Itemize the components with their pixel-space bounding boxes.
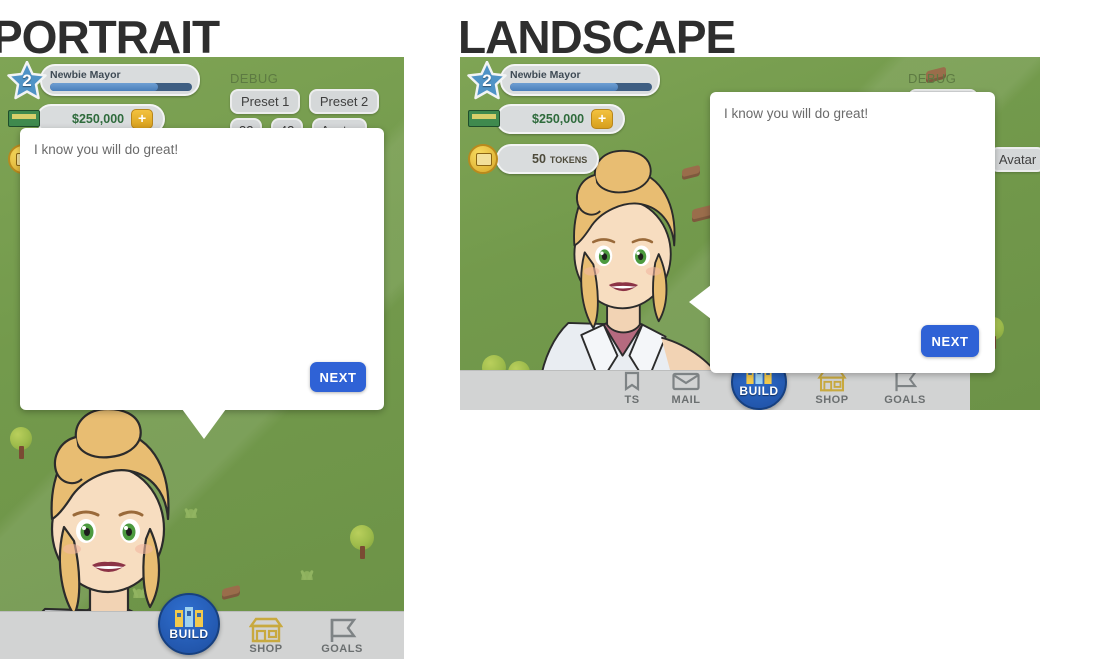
- cash-icon: [8, 107, 42, 129]
- tokens-pill: 50 TOKENS: [496, 144, 600, 174]
- tutorial-dialog-landscape: I know you will do great! NEXT: [710, 92, 995, 373]
- cash-amount: $250,000: [532, 112, 585, 126]
- nav-quests-landscape[interactable]: TS: [614, 369, 650, 410]
- dialog-message: I know you will do great!: [724, 106, 869, 121]
- preset-1-button[interactable]: Preset 1: [230, 89, 301, 114]
- goals-icon: [304, 618, 380, 642]
- nav-mail-landscape[interactable]: MAIL: [650, 369, 722, 410]
- rank-label: Newbie Mayor: [50, 68, 121, 81]
- add-cash-button[interactable]: +: [131, 109, 154, 129]
- nav-shop-landscape[interactable]: SHOP: [796, 369, 868, 410]
- grass-tuft: [300, 569, 314, 580]
- build-label: BUILD: [169, 627, 209, 641]
- nav-shop-portrait[interactable]: SHOP: [228, 617, 304, 659]
- nav-mail-label: MAIL: [671, 394, 701, 406]
- level-number: 2: [482, 71, 492, 90]
- token-coin-icon: [468, 144, 498, 174]
- tree-decoration: [350, 525, 374, 559]
- landscape-game-screen[interactable]: Newbie Mayor 2 $250,000 + 50 TOKENS DEBU…: [460, 57, 1040, 410]
- next-button[interactable]: NEXT: [921, 325, 979, 357]
- quests-icon: [614, 369, 650, 393]
- page-title-portrait: PORTRAIT: [0, 11, 220, 63]
- comparison-stage: PORTRAIT LANDSCAPE Newbie Mayor 2 $250,0…: [0, 0, 1100, 659]
- tutorial-dialog-portrait: I know you will do great! NEXT: [20, 128, 384, 410]
- next-button[interactable]: NEXT: [310, 362, 366, 392]
- debug-label: DEBUG: [908, 71, 957, 86]
- build-label: BUILD: [739, 384, 779, 398]
- nav-shop-label: SHOP: [249, 643, 283, 655]
- build-icon: [175, 607, 203, 627]
- rank-label: Newbie Mayor: [510, 68, 581, 81]
- rank-pill: Newbie Mayor: [40, 64, 200, 96]
- nav-goals-portrait[interactable]: GOALS: [304, 618, 380, 659]
- build-button[interactable]: BUILD: [158, 593, 220, 655]
- avatar-button[interactable]: Avatar: [989, 147, 1040, 172]
- bottom-nav-landscape[interactable]: TS MAIL BUILD SHOP GOALS: [460, 354, 970, 410]
- dialog-tail-landscape: [689, 285, 711, 319]
- cash-pill: $250,000 +: [496, 104, 626, 134]
- nav-shop-label: SHOP: [815, 394, 849, 406]
- hud-landscape: Newbie Mayor 2 $250,000 + 50 TOKENS: [466, 61, 681, 183]
- xp-bar: [50, 82, 192, 91]
- dialog-tail-portrait: [182, 409, 226, 439]
- hud-cash-row[interactable]: $250,000 +: [466, 103, 681, 137]
- rank-pill: Newbie Mayor: [500, 64, 660, 96]
- level-number: 2: [22, 71, 32, 90]
- add-cash-button[interactable]: +: [591, 109, 614, 129]
- level-star-icon: 2: [6, 61, 48, 101]
- hud-level-row[interactable]: Newbie Mayor 2: [466, 61, 681, 100]
- hud-tokens-row[interactable]: 50 TOKENS: [466, 143, 681, 177]
- nav-build-landscape[interactable]: BUILD: [722, 354, 796, 410]
- page-title-landscape: LANDSCAPE: [458, 11, 736, 63]
- nav-quests-label: TS: [624, 394, 640, 406]
- hud-level-row[interactable]: Newbie Mayor 2: [6, 61, 221, 100]
- tokens-unit-label: TOKENS: [549, 155, 588, 165]
- cash-amount: $250,000: [72, 112, 125, 126]
- preset-2-button[interactable]: Preset 2: [308, 89, 380, 114]
- portrait-game-screen[interactable]: Newbie Mayor 2 $250,000 + DEBUG Preset 1…: [0, 57, 404, 659]
- level-star-icon: 2: [466, 61, 508, 101]
- xp-bar-fill: [510, 82, 618, 91]
- xp-bar-fill: [50, 82, 158, 91]
- dialog-message: I know you will do great!: [34, 142, 179, 157]
- xp-bar: [510, 82, 652, 91]
- debug-label: DEBUG: [230, 71, 279, 86]
- shop-icon: [228, 617, 304, 643]
- tokens-amount: 50: [532, 152, 546, 166]
- debug-buttons-row1: Preset 1 Preset 2: [230, 89, 383, 118]
- nav-goals-label: GOALS: [884, 394, 926, 406]
- nav-goals-landscape[interactable]: GOALS: [868, 369, 942, 410]
- nav-build-portrait[interactable]: BUILD: [150, 593, 228, 659]
- mail-icon: [650, 369, 722, 393]
- nav-goals-label: GOALS: [321, 643, 363, 655]
- cash-icon: [468, 107, 502, 129]
- bottom-nav-portrait[interactable]: BUILD SHOP GOALS: [0, 593, 404, 659]
